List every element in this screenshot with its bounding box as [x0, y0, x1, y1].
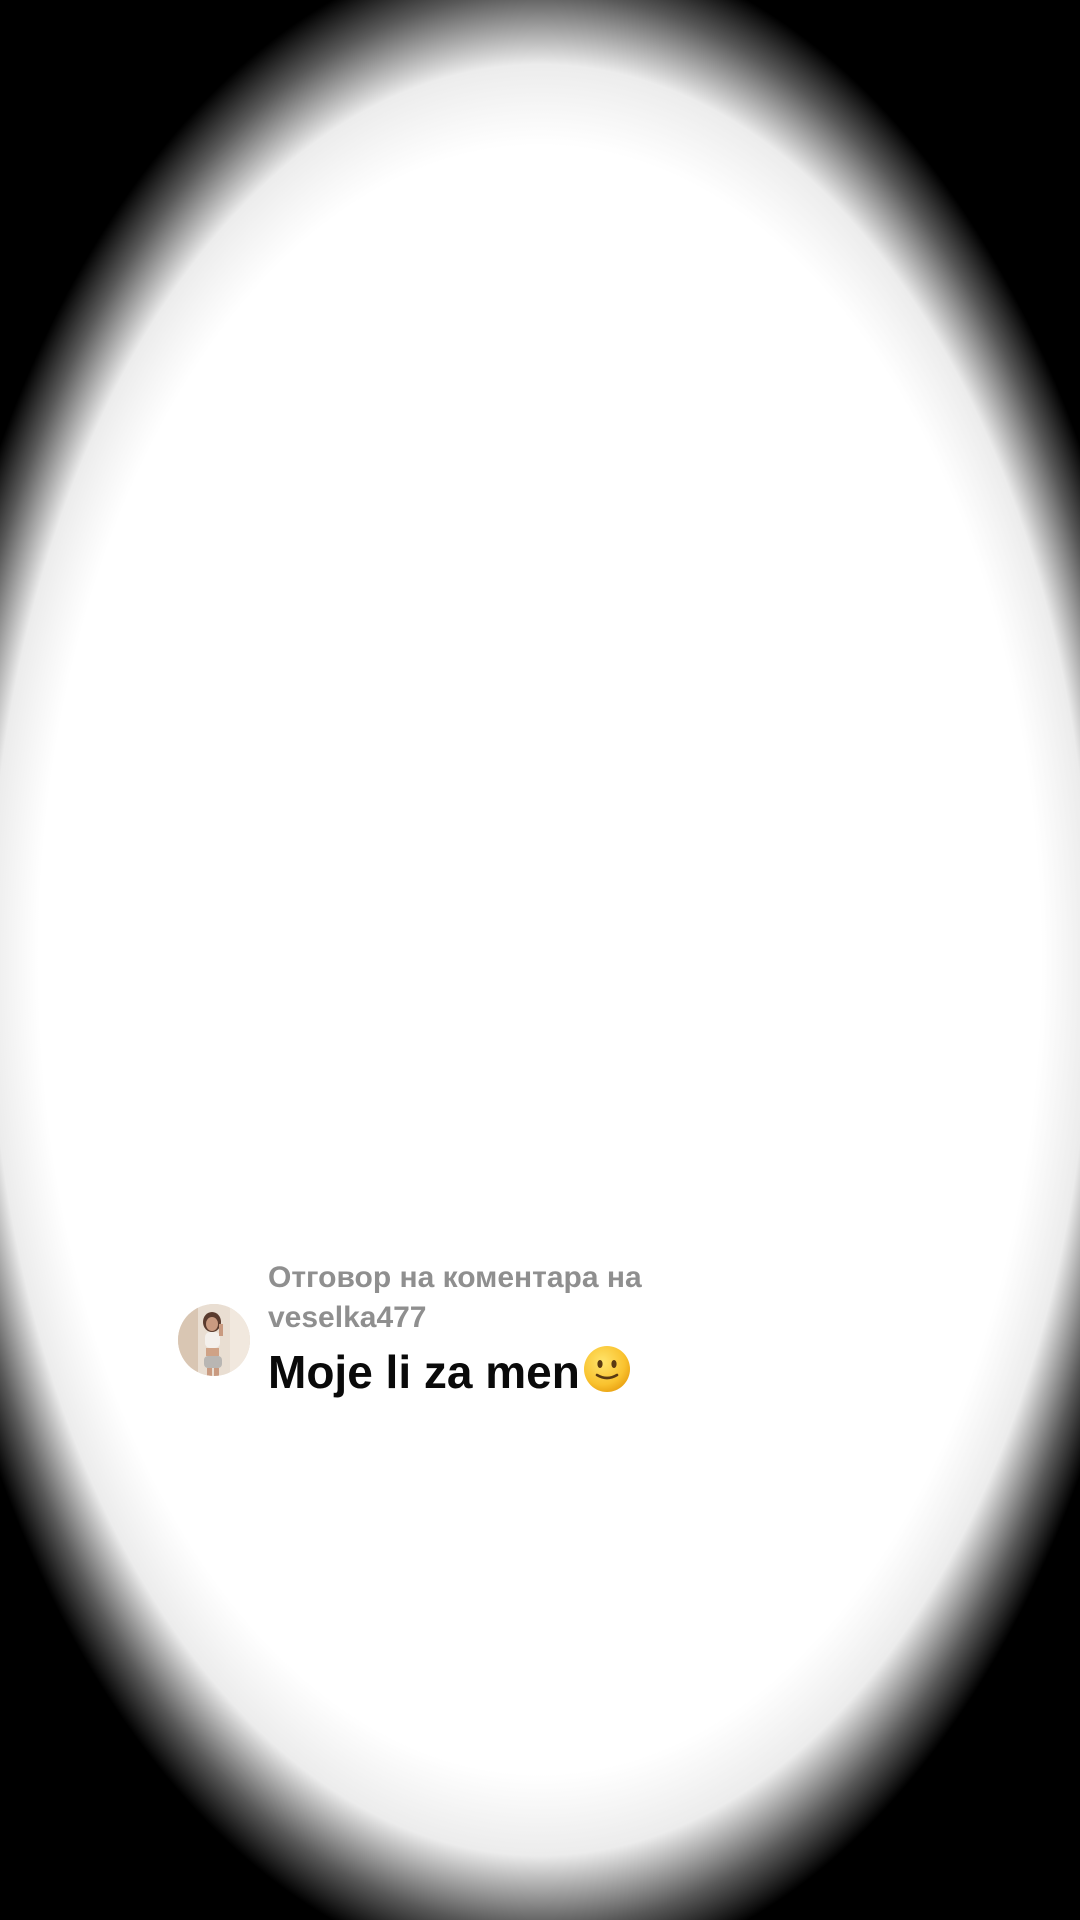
slightly-smiling-face-icon [582, 1344, 632, 1394]
video-frame: Отговор на коментара на veselka477 Moje … [0, 0, 1080, 1920]
reply-to-comment-sticker[interactable]: Отговор на коментара на veselka477 Moje … [178, 1258, 898, 1398]
vignette-overlay [0, 0, 1080, 1920]
comment-body: Moje li za men [268, 1346, 580, 1398]
commenter-avatar[interactable] [178, 1304, 250, 1376]
replied-username[interactable]: veselka477 [268, 1301, 427, 1334]
reply-label-prefix: Отговор на коментара на [268, 1261, 642, 1294]
reply-label: Отговор на коментара на veselka477 [268, 1258, 828, 1338]
avatar-photo-icon [178, 1304, 250, 1376]
comment-text: Moje li za men [268, 1344, 632, 1400]
